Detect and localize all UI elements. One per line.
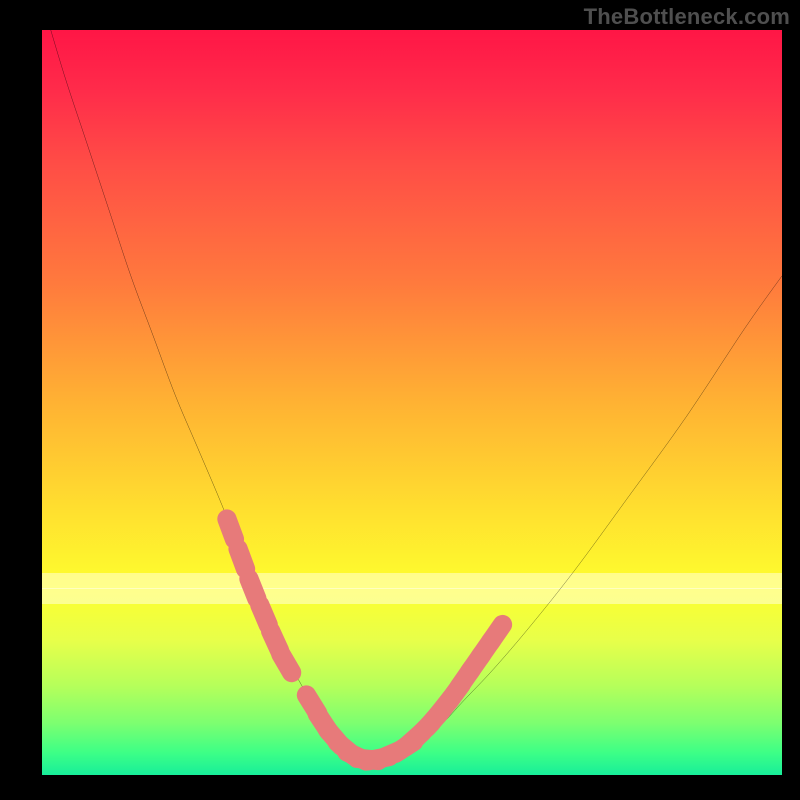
curve-marker (227, 519, 235, 539)
curve-marker (490, 625, 502, 643)
curve-svg (42, 30, 782, 775)
curve-marker (281, 654, 292, 673)
curve-marker (238, 549, 246, 569)
plot-area (42, 30, 782, 775)
bottleneck-curve (42, 0, 782, 760)
marker-group (227, 519, 503, 761)
chart-frame: TheBottleneck.com (0, 0, 800, 800)
curve-marker (249, 579, 257, 599)
watermark-text: TheBottleneck.com (584, 4, 790, 30)
curve-marker (260, 605, 268, 625)
